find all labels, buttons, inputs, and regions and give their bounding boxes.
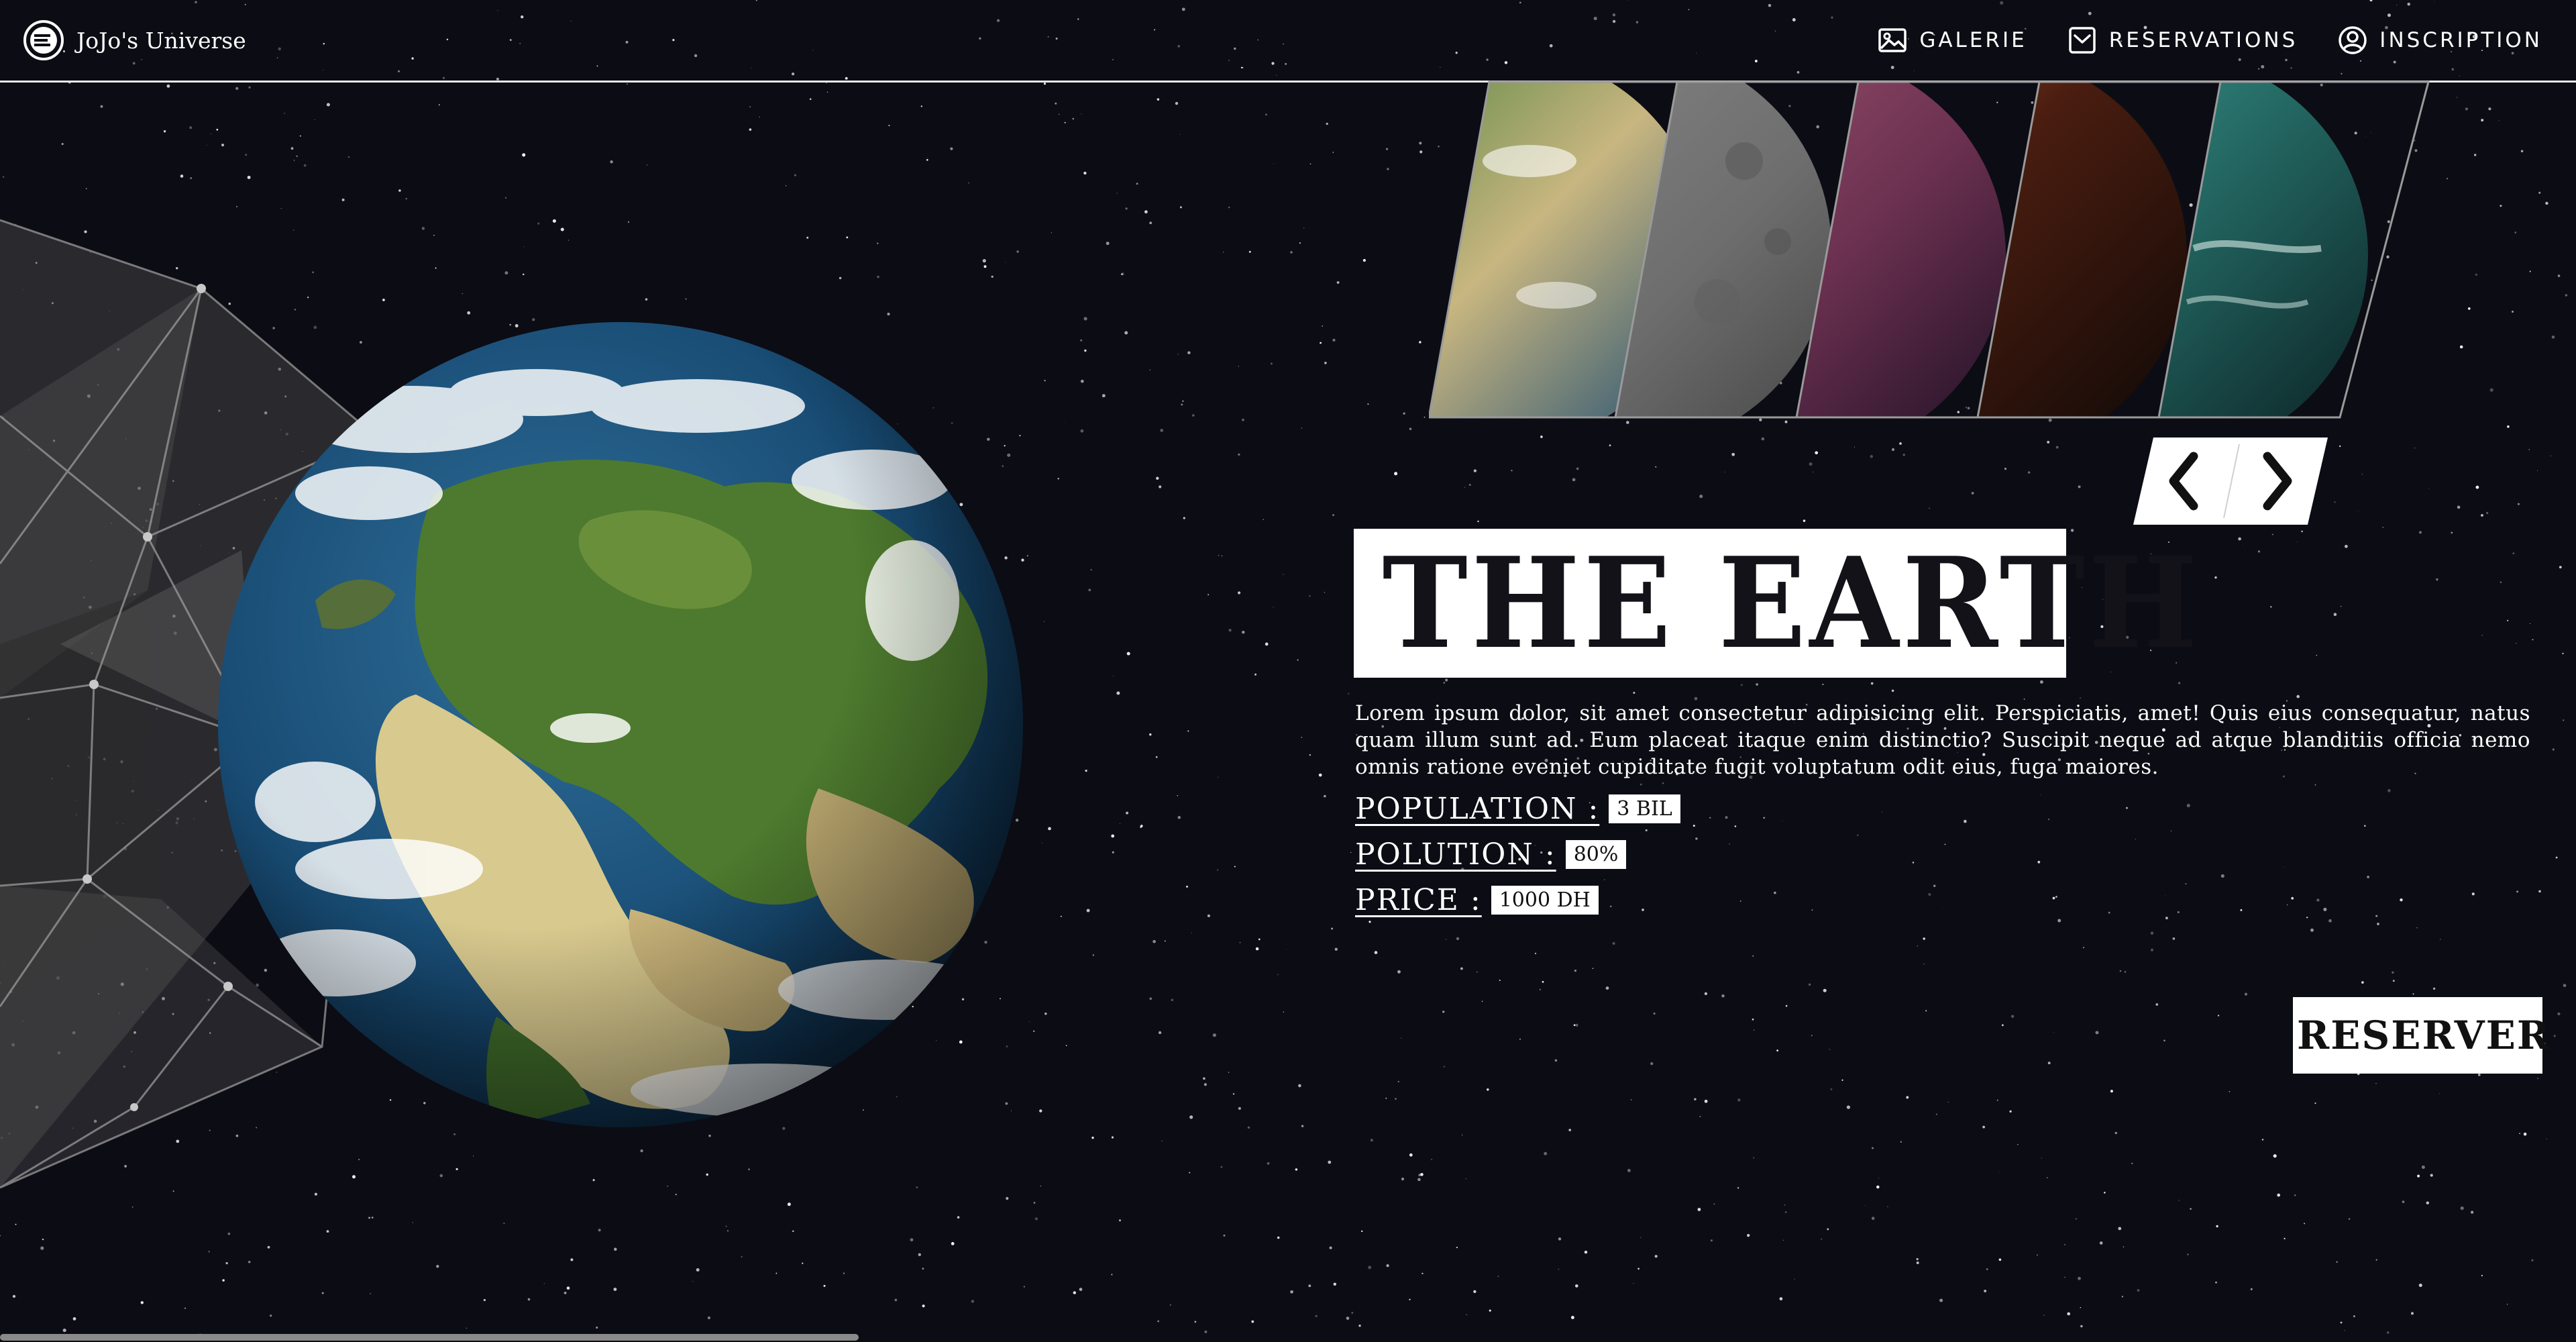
stat-value-population: 3 BIL <box>1609 794 1680 823</box>
brand-name: JoJo's Universe <box>76 27 246 54</box>
planet-thumbnail-carousel <box>1429 81 2430 419</box>
image-icon <box>1878 28 1907 52</box>
carousel-arrows <box>2133 437 2328 525</box>
main-nav: GALERIE RESERVATIONS INSCRIPTION <box>1876 20 2542 60</box>
nav-item-reservations[interactable]: RESERVATIONS <box>2066 24 2298 56</box>
nav-label-reservations: RESERVATIONS <box>2108 28 2298 52</box>
horizontal-scrollbar[interactable] <box>0 1334 859 1341</box>
stat-price: PRICE : 1000 DH <box>1355 883 1599 917</box>
stat-label-price: PRICE : <box>1355 883 1482 917</box>
user-circle-icon <box>2339 26 2367 54</box>
planet-title: THE EARTH <box>1382 529 2201 676</box>
jojo-logo-icon <box>23 20 64 60</box>
stat-label-population: POPULATION : <box>1355 792 1600 826</box>
chevron-right-icon <box>2263 452 2292 511</box>
stat-value-polution: 80% <box>1565 840 1627 869</box>
stat-polution: POLUTION : 80% <box>1355 837 1627 872</box>
stat-label-polution: POLUTION : <box>1355 837 1556 872</box>
stat-population: POPULATION : 3 BIL <box>1355 792 1680 826</box>
nav-item-galerie[interactable]: GALERIE <box>1876 24 2027 56</box>
chevron-left-icon <box>2169 452 2198 511</box>
reserve-button[interactable]: RESERVER <box>2293 997 2549 1074</box>
nav-item-inscription[interactable]: INSCRIPTION <box>2337 24 2542 56</box>
carousel-next-button[interactable] <box>2231 437 2328 525</box>
brand[interactable]: JoJo's Universe <box>23 19 246 62</box>
carousel-prev-button[interactable] <box>2133 437 2231 525</box>
stat-value-price: 1000 DH <box>1491 886 1599 915</box>
nav-label-galerie: GALERIE <box>1919 28 2027 52</box>
planet-description: Lorem ipsum dolor, sit amet consectetur … <box>1355 701 2530 779</box>
planet-title-box: THE EARTH <box>1354 529 2201 678</box>
bookmark-inbox-icon <box>2068 27 2096 54</box>
top-navigation-bar: JoJo's Universe GALERIE RESERVATIONS INS… <box>0 0 2576 83</box>
nav-label-inscription: INSCRIPTION <box>2379 28 2542 52</box>
planet-earth-large <box>218 322 1023 1127</box>
